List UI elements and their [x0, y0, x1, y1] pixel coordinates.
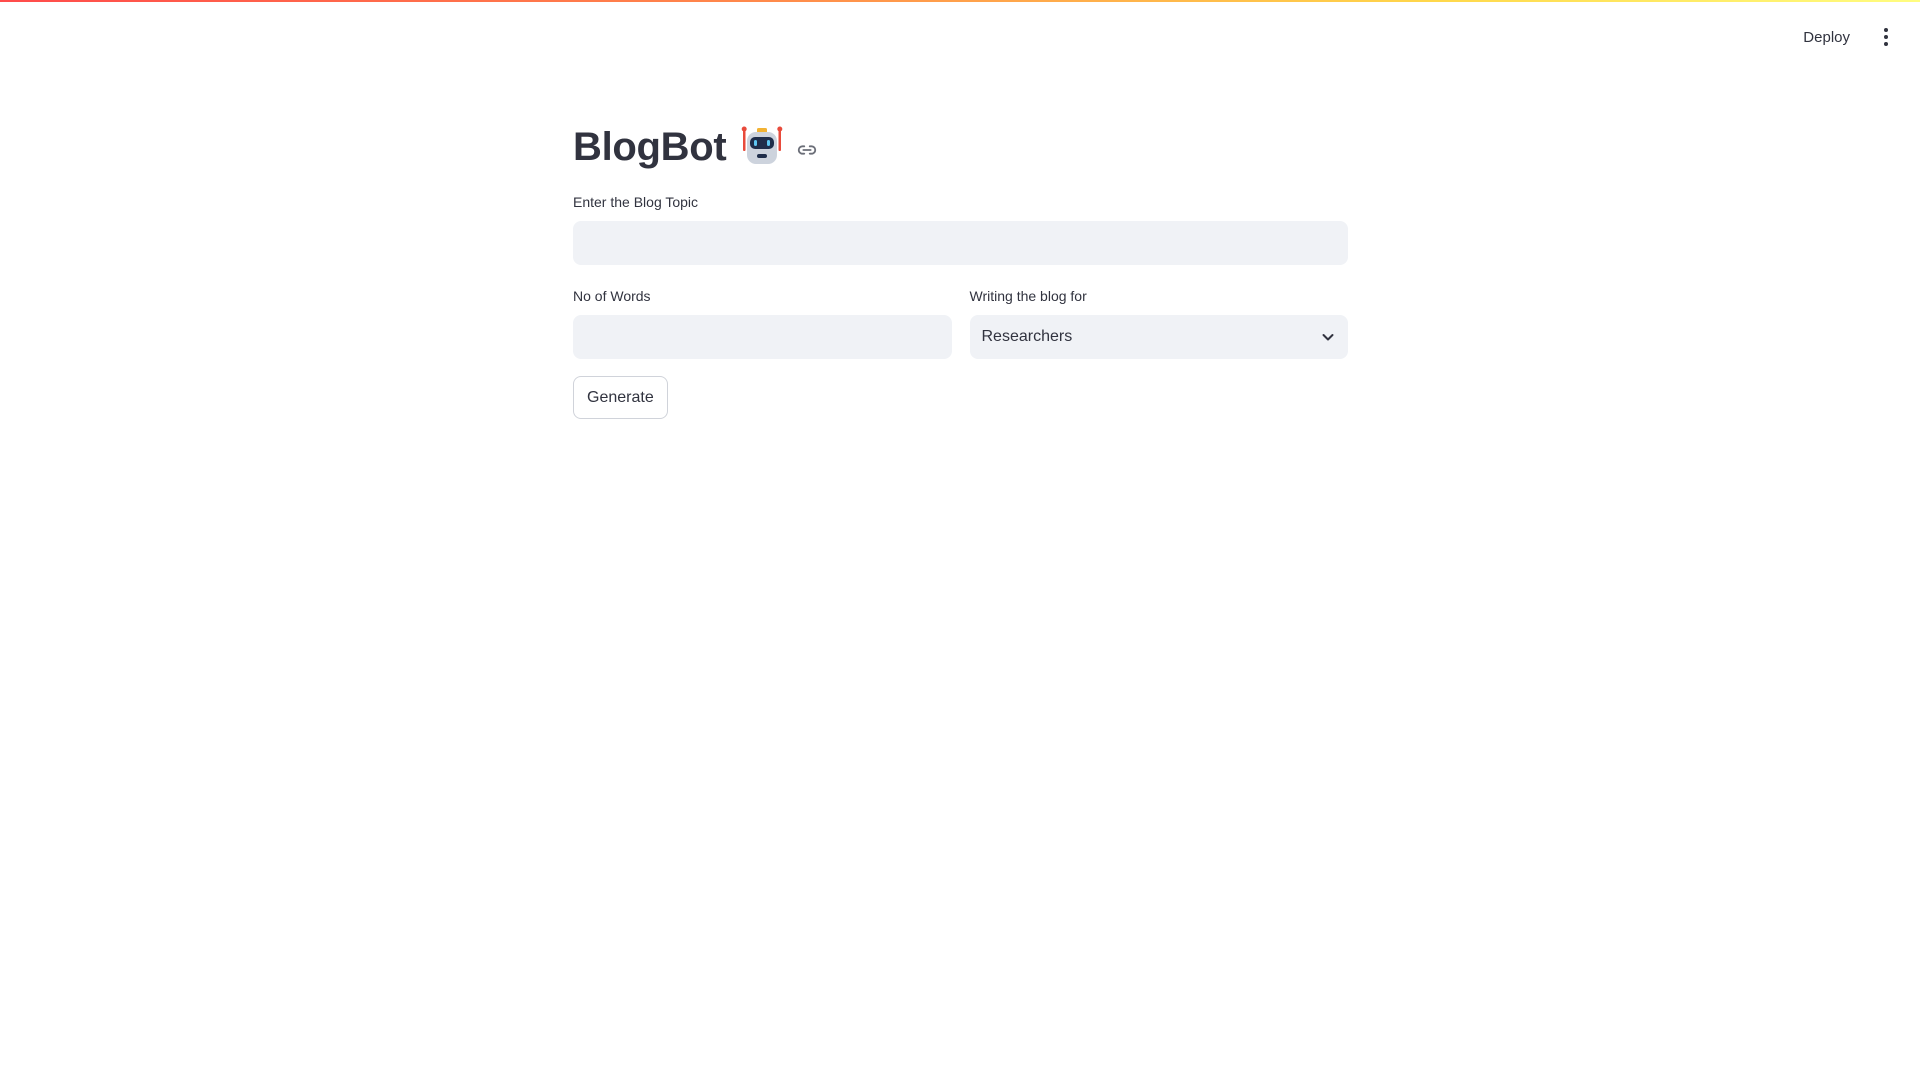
generate-button[interactable]: Generate [573, 376, 668, 419]
blog-topic-label: Enter the Blog Topic [573, 194, 699, 210]
title-row: BlogBot [573, 118, 1348, 176]
chevron-down-icon [1322, 334, 1334, 341]
word-count-label: No of Words [573, 288, 651, 304]
audience-selected-value: Researchers [981, 328, 1073, 345]
word-count-input[interactable] [573, 315, 952, 359]
audience-field: Writing the blog for Researchers [969, 288, 1348, 359]
main-content: BlogBot Enter the Blog Topic No of Words [573, 118, 1348, 419]
kebab-menu-icon-dot [1884, 42, 1888, 46]
blog-topic-field: Enter the Blog Topic [573, 194, 1348, 265]
robot-icon [742, 126, 783, 164]
kebab-menu-icon-dot [1884, 35, 1888, 39]
page-title: BlogBot [573, 124, 727, 169]
options-row: No of Words Writing the blog for Researc… [573, 288, 1348, 359]
kebab-menu-icon [1884, 28, 1888, 32]
deploy-button[interactable]: Deploy [1799, 23, 1854, 52]
link-icon[interactable] [796, 139, 818, 161]
top-decoration-stripe [0, 0, 1920, 2]
word-count-field: No of Words [573, 288, 952, 359]
blog-topic-input[interactable] [573, 221, 1348, 265]
main-menu-button[interactable] [1874, 22, 1898, 52]
top-toolbar: Deploy [1799, 22, 1898, 52]
audience-label: Writing the blog for [969, 288, 1087, 304]
audience-select[interactable]: Researchers [969, 315, 1348, 359]
